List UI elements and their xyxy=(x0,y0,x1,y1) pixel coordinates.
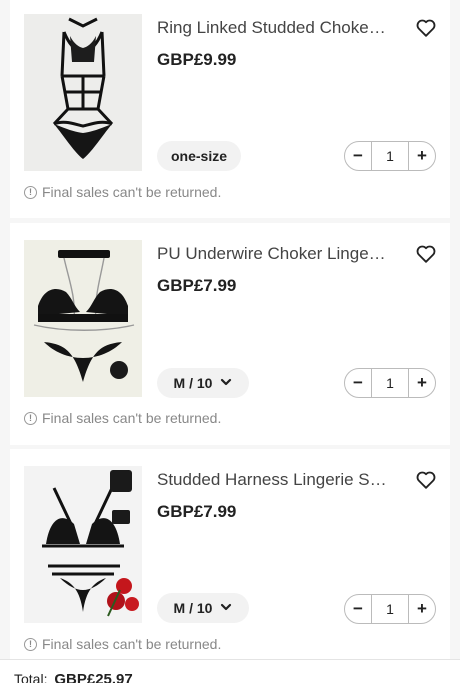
chevron-down-icon xyxy=(220,601,232,616)
cart-footer: Total: GBP£25.97 xyxy=(0,659,460,683)
final-sale-notice: ! Final sales can't be returned. xyxy=(24,636,221,652)
product-title[interactable]: Studded Harness Lingerie Set ... xyxy=(157,470,387,490)
final-sale-notice: ! Final sales can't be returned. xyxy=(24,410,221,426)
variant-label: one-size xyxy=(170,148,227,164)
minus-icon[interactable]: − xyxy=(345,142,371,170)
cart-total: Total: GBP£25.97 xyxy=(14,671,133,683)
quantity-stepper: − 1 + xyxy=(344,141,436,171)
product-image[interactable] xyxy=(24,14,142,171)
heart-icon[interactable] xyxy=(415,469,437,491)
variant-selector[interactable]: one-size xyxy=(157,141,241,171)
cart-item: Studded Harness Lingerie Set ... GBP£7.9… xyxy=(10,449,450,659)
product-title[interactable]: PU Underwire Choker Lingerie ... xyxy=(157,244,387,264)
heart-icon[interactable] xyxy=(415,17,437,39)
variant-label: M / 10 xyxy=(173,375,213,391)
info-icon: ! xyxy=(24,185,37,199)
plus-icon[interactable]: + xyxy=(409,369,435,397)
quantity-stepper: − 1 + xyxy=(344,368,436,398)
heart-icon[interactable] xyxy=(415,243,437,265)
quantity-value[interactable]: 1 xyxy=(371,142,409,170)
plus-icon[interactable]: + xyxy=(409,142,435,170)
cart-list: Ring Linked Studded Choker T... GBP£9.99… xyxy=(0,0,460,683)
info-icon: ! xyxy=(24,411,37,425)
product-price: GBP£7.99 xyxy=(157,276,237,295)
product-price: GBP£9.99 xyxy=(157,50,237,69)
quantity-stepper: − 1 + xyxy=(344,594,436,624)
final-sale-notice: ! Final sales can't be returned. xyxy=(24,184,221,200)
product-title[interactable]: Ring Linked Studded Choker T... xyxy=(157,18,387,38)
variant-selector[interactable]: M / 10 xyxy=(157,593,249,623)
variant-selector[interactable]: M / 10 xyxy=(157,368,249,398)
product-image[interactable] xyxy=(24,240,142,397)
cart-item: Ring Linked Studded Choker T... GBP£9.99… xyxy=(10,0,450,218)
total-value: GBP£25.97 xyxy=(54,671,133,683)
minus-icon[interactable]: − xyxy=(345,595,371,623)
info-icon: ! xyxy=(24,637,37,651)
plus-icon[interactable]: + xyxy=(409,595,435,623)
quantity-value[interactable]: 1 xyxy=(371,369,409,397)
product-price: GBP£7.99 xyxy=(157,502,237,521)
quantity-value[interactable]: 1 xyxy=(371,595,409,623)
variant-label: M / 10 xyxy=(173,600,213,616)
cart-item: PU Underwire Choker Lingerie ... GBP£7.9… xyxy=(10,223,450,445)
notice-text: Final sales can't be returned. xyxy=(42,636,222,652)
minus-icon[interactable]: − xyxy=(345,369,371,397)
notice-text: Final sales can't be returned. xyxy=(42,184,222,200)
notice-text: Final sales can't be returned. xyxy=(42,410,222,426)
total-label: Total: xyxy=(14,671,48,683)
chevron-down-icon xyxy=(220,376,232,391)
product-image[interactable] xyxy=(24,466,142,623)
